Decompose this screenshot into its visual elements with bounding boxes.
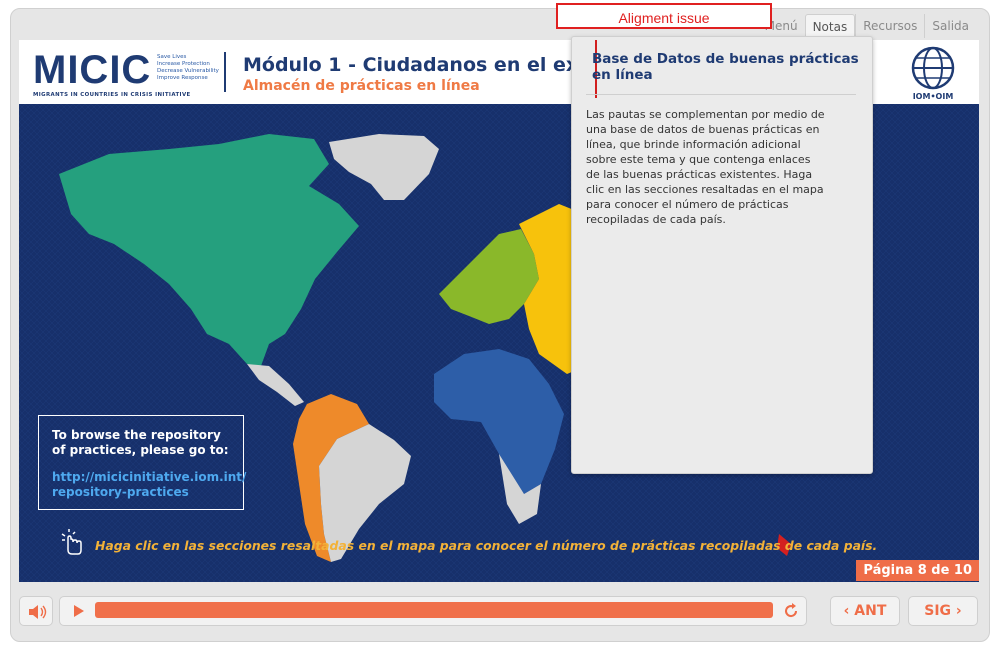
page-indicator: Página 8 de 10: [856, 560, 979, 581]
previous-label: ‹ ANT: [843, 603, 887, 619]
speaker-icon: [29, 605, 47, 619]
micic-taglines: Save Lives Increase Protection Decrease …: [157, 54, 219, 81]
next-label: SIG ›: [924, 603, 962, 619]
tab-resources[interactable]: Recursos: [855, 14, 924, 38]
mute-button[interactable]: [19, 596, 53, 626]
replay-icon[interactable]: [781, 601, 801, 621]
map-hint: Haga clic en las secciones resaltadas en…: [95, 538, 878, 553]
progress-bar[interactable]: [95, 602, 773, 618]
notes-panel: Base de Datos de buenas prácticas en lín…: [571, 36, 873, 474]
info-box-text: To browse the repository of practices, p…: [52, 428, 229, 457]
previous-button[interactable]: ‹ ANT: [830, 596, 900, 626]
header-divider: [224, 52, 226, 92]
play-icon[interactable]: [64, 597, 94, 625]
next-button[interactable]: SIG ›: [908, 596, 978, 626]
notes-divider: [586, 94, 856, 95]
repository-link[interactable]: http://micicinitiative.iom.int/ reposito…: [52, 470, 246, 500]
micic-logo-subtitle: MIGRANTS IN COUNTRIES IN CRISIS INITIATI…: [33, 92, 191, 98]
repository-info-box: To browse the repository of practices, p…: [38, 415, 246, 510]
tab-exit[interactable]: Salida: [924, 14, 976, 38]
notes-title: Base de Datos de buenas prácticas en lín…: [592, 51, 859, 83]
notes-body: Las pautas se complementan por medio de …: [586, 108, 825, 226]
micic-logo: MICIC Save Lives Increase Protection Dec…: [33, 50, 223, 100]
micic-logo-text: MICIC: [33, 48, 152, 92]
click-hand-icon: [61, 529, 82, 555]
module-subtitle: Almacén de prácticas en línea: [243, 78, 480, 94]
iom-logo-label: IOM•OIM: [912, 92, 954, 101]
alignment-issue-annotation: Aligment issue: [556, 3, 772, 29]
